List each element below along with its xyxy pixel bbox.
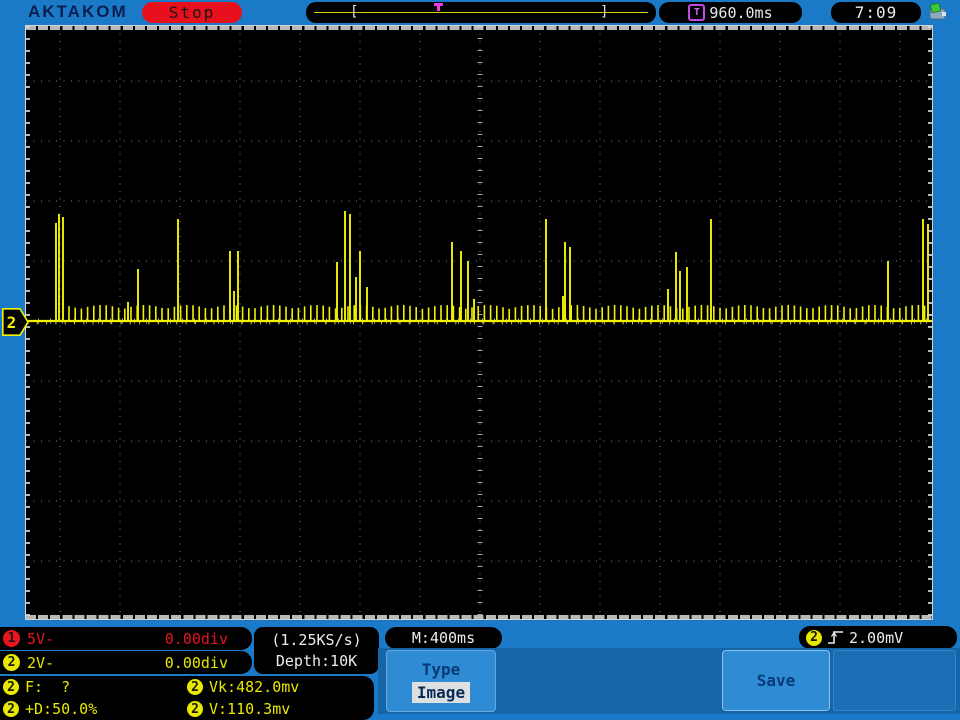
scope-screen bbox=[25, 25, 933, 620]
save-button-label: Save bbox=[756, 671, 796, 690]
brand-label: AKTAKOM bbox=[28, 2, 128, 21]
acquisition-panel: (1.25KS/s) Depth:10K bbox=[254, 627, 379, 674]
graticule-ruler-bottom bbox=[26, 615, 932, 619]
channel2-scale: 2V- bbox=[27, 653, 55, 672]
run-status-badge: Stop bbox=[142, 2, 242, 23]
trigger-position-bar: [ ] bbox=[306, 2, 656, 23]
trigger-source-badge: 2 bbox=[806, 629, 822, 646]
measurements-panel: 2 F: ? 2 Vk:482.0mv 2 +D:50.0% 2 V:110.3… bbox=[0, 676, 374, 720]
type-label: Type bbox=[421, 659, 461, 679]
trigger-delay-icon: T bbox=[688, 4, 706, 21]
trigger-info-pill: 2 2.00mV bbox=[799, 626, 957, 649]
channel2-badge: 2 bbox=[3, 654, 20, 671]
type-selected-value[interactable]: Image bbox=[411, 681, 471, 703]
memory-depth-label: Depth:10K bbox=[275, 652, 358, 670]
svg-text:2: 2 bbox=[7, 313, 17, 332]
graticule-and-waveform bbox=[26, 26, 932, 619]
channel1-offset: 0.00div bbox=[164, 629, 228, 648]
empty-softkey bbox=[833, 650, 956, 711]
measurement-v: 2 V:110.3mv bbox=[187, 700, 374, 718]
timebase-pill: M:400ms bbox=[385, 627, 502, 649]
channel1-badge: 1 bbox=[3, 630, 20, 647]
channel2-marker: 2 bbox=[2, 308, 29, 336]
trigger-position-marker bbox=[434, 3, 443, 11]
record-window-left-bracket: [ bbox=[350, 4, 359, 20]
trigger-delay-pill: T 960.0ms bbox=[659, 2, 802, 23]
channel1-info-pill: 1 5V- 0.00div bbox=[0, 627, 252, 650]
trigger-delay-value: 960.0ms bbox=[709, 3, 773, 22]
graticule-ruler-top bbox=[26, 26, 932, 30]
channel2-offset: 0.00div bbox=[164, 653, 228, 672]
record-length-line bbox=[314, 12, 648, 13]
measurement-frequency: 2 F: ? bbox=[3, 678, 187, 696]
channel2-info-pill: 2 2V- 0.00div bbox=[0, 651, 252, 674]
record-window-right-bracket: ] bbox=[600, 4, 609, 20]
graticule-ruler-right bbox=[928, 26, 932, 619]
rising-edge-icon bbox=[828, 631, 843, 644]
oscilloscope-ui: AKTAKOM Stop [ ] T 960.0ms 7:09 2 1 5V- … bbox=[0, 0, 960, 720]
clock: 7:09 bbox=[831, 2, 921, 23]
measurement-vk: 2 Vk:482.0mv bbox=[187, 678, 374, 696]
trigger-level: 2.00mV bbox=[849, 628, 904, 647]
type-button[interactable]: Type Image bbox=[386, 650, 496, 712]
channel1-scale: 5V- bbox=[27, 629, 55, 648]
measurement-duty: 2 +D:50.0% bbox=[3, 700, 187, 718]
save-button[interactable]: Save bbox=[722, 650, 830, 711]
usb-drive-icon bbox=[929, 3, 946, 20]
sample-rate-label: (1.25KS/s) bbox=[271, 631, 362, 649]
